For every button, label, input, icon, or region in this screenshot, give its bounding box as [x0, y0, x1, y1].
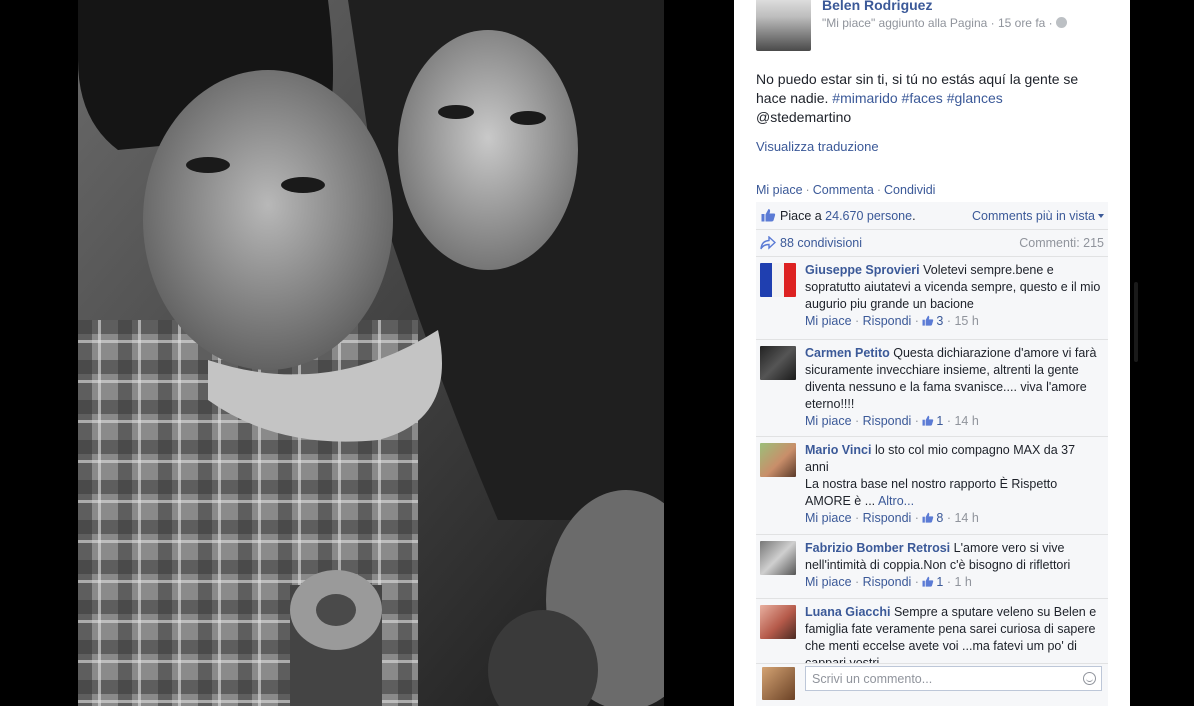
- post-subtitle-text: "Mi piace" aggiunto alla Pagina · 15 ore…: [822, 16, 1053, 30]
- thumbs-up-icon: [761, 209, 776, 222]
- likes-count-link[interactable]: 24.670 persone: [825, 209, 912, 223]
- comment-body: Luana Giacchi Sempre a sputare veleno su…: [805, 604, 1102, 663]
- scrollbar[interactable]: [1134, 282, 1138, 362]
- comment-sort-label: Comments più in vista: [972, 209, 1095, 223]
- ufi-summary: Piace a 24.670 persone. Comments più in …: [756, 202, 1108, 257]
- avatar[interactable]: [760, 346, 796, 380]
- comment-meta: Mi piace · Rispondi · 3 · 15 h: [805, 314, 979, 328]
- comment-item: Mario Vinci lo sto col mio compagno MAX …: [756, 437, 1108, 535]
- post-message: No puedo estar sin ti, si tú no estás aq…: [756, 70, 1106, 127]
- post-subtitle: "Mi piace" aggiunto alla Pagina · 15 ore…: [822, 16, 1067, 30]
- comment-like-link[interactable]: Mi piace: [805, 314, 852, 328]
- separator: ·: [805, 183, 810, 197]
- comment-composer: [756, 663, 1108, 706]
- comment-author[interactable]: Carmen Petito: [805, 346, 890, 360]
- mention: @stedemartino: [756, 109, 852, 125]
- comment-author[interactable]: Luana Giacchi: [805, 605, 890, 619]
- comment-like-link[interactable]: Mi piace: [805, 575, 852, 589]
- share-icon: [760, 236, 776, 250]
- photo-viewer: Belen Rodriguez "Mi piace" aggiunto alla…: [0, 0, 1194, 706]
- likes-prefix: Piace a: [780, 209, 826, 223]
- shares-row: 88 condivisioni Commenti: 215: [756, 230, 1108, 257]
- chevron-down-icon: [1098, 214, 1104, 218]
- separator: ·: [876, 183, 882, 197]
- translate-link[interactable]: Visualizza traduzione: [756, 139, 879, 154]
- thumbs-up-icon: [922, 512, 934, 523]
- likes-suffix: .: [912, 209, 916, 223]
- comment-reply-link[interactable]: Rispondi: [863, 314, 912, 328]
- comment-author[interactable]: Giuseppe Sprovieri: [805, 263, 920, 277]
- comment-meta: Mi piace · Rispondi · 1 · 14 h: [805, 414, 979, 428]
- globe-icon: [1055, 17, 1067, 28]
- comment-like-link[interactable]: Mi piace: [805, 511, 852, 525]
- comment-reply-link[interactable]: Rispondi: [863, 511, 912, 525]
- comment-meta: Mi piace · Rispondi · 8 · 14 h: [805, 511, 979, 525]
- thumbs-up-icon: [922, 315, 934, 326]
- post-photo[interactable]: [78, 0, 664, 706]
- comment-like-count[interactable]: 1: [936, 575, 943, 589]
- thumbs-up-icon: [922, 415, 934, 426]
- page-name[interactable]: Belen Rodriguez: [822, 0, 932, 13]
- comment-reply-link[interactable]: Rispondi: [863, 414, 912, 428]
- avatar[interactable]: [760, 605, 796, 639]
- share-link[interactable]: Condividi: [884, 183, 935, 197]
- comment-text-continued: La nostra base nel nostro rapporto È Ris…: [805, 477, 1058, 508]
- comment-list: Giuseppe Sprovieri Voletevi sempre.bene …: [756, 257, 1108, 663]
- comment-link[interactable]: Commenta: [813, 183, 874, 197]
- thumbs-up-icon: [922, 576, 934, 587]
- shares-link[interactable]: 88 condivisioni: [780, 236, 862, 250]
- comment-like-count[interactable]: 8: [936, 511, 943, 525]
- comment-body: Giuseppe Sprovieri Voletevi sempre.bene …: [805, 262, 1102, 330]
- comment-item: Carmen Petito Questa dichiarazione d'amo…: [756, 340, 1108, 437]
- comment-input[interactable]: [805, 666, 1102, 691]
- avatar[interactable]: [760, 541, 796, 575]
- comment-item: Giuseppe Sprovieri Voletevi sempre.bene …: [756, 257, 1108, 340]
- comment-author[interactable]: Fabrizio Bomber Retrosi: [805, 541, 950, 555]
- avatar[interactable]: [760, 443, 796, 477]
- comment-sort-dropdown[interactable]: Comments più in vista: [972, 209, 1104, 223]
- comment-time[interactable]: 15 h: [954, 314, 978, 328]
- comment-body: Fabrizio Bomber Retrosi L'amore vero si …: [805, 540, 1102, 591]
- comment-like-count[interactable]: 3: [936, 314, 943, 328]
- comment-body: Mario Vinci lo sto col mio compagno MAX …: [805, 442, 1102, 527]
- likes-summary: Piace a 24.670 persone.: [780, 209, 916, 223]
- post-actions: Mi piace · Commenta · Condividi: [756, 183, 935, 197]
- post-sidebar: Belen Rodriguez "Mi piace" aggiunto alla…: [734, 0, 1130, 706]
- post-header: Belen Rodriguez "Mi piace" aggiunto alla…: [756, 0, 1116, 52]
- comment-time[interactable]: 14 h: [954, 511, 978, 525]
- window-gutter: [1130, 0, 1194, 706]
- page-avatar[interactable]: [756, 0, 811, 51]
- see-more-link[interactable]: Altro...: [878, 494, 914, 508]
- avatar[interactable]: [762, 667, 795, 700]
- comment-meta: Mi piace · Rispondi · 1 · 1 h: [805, 575, 972, 589]
- photo-image: [78, 0, 664, 706]
- comment-author[interactable]: Mario Vinci: [805, 443, 871, 457]
- comment-reply-link[interactable]: Rispondi: [863, 575, 912, 589]
- like-link[interactable]: Mi piace: [756, 183, 803, 197]
- hashtag[interactable]: #glances: [947, 90, 1003, 106]
- avatar[interactable]: [760, 263, 796, 297]
- comment-body: Carmen Petito Questa dichiarazione d'amo…: [805, 345, 1102, 430]
- likes-row: Piace a 24.670 persone. Comments più in …: [756, 202, 1108, 230]
- comment-time[interactable]: 1 h: [954, 575, 971, 589]
- comment-like-link[interactable]: Mi piace: [805, 414, 852, 428]
- comment-item: Fabrizio Bomber Retrosi L'amore vero si …: [756, 535, 1108, 599]
- comment-item: Luana Giacchi Sempre a sputare veleno su…: [756, 599, 1108, 663]
- comment-count: Commenti: 215: [1019, 236, 1104, 250]
- comment-like-count[interactable]: 1: [936, 414, 943, 428]
- comment-time[interactable]: 14 h: [954, 414, 978, 428]
- hashtag[interactable]: #mimarido: [832, 90, 897, 106]
- emoji-icon[interactable]: [1083, 672, 1096, 685]
- hashtag[interactable]: #faces: [902, 90, 943, 106]
